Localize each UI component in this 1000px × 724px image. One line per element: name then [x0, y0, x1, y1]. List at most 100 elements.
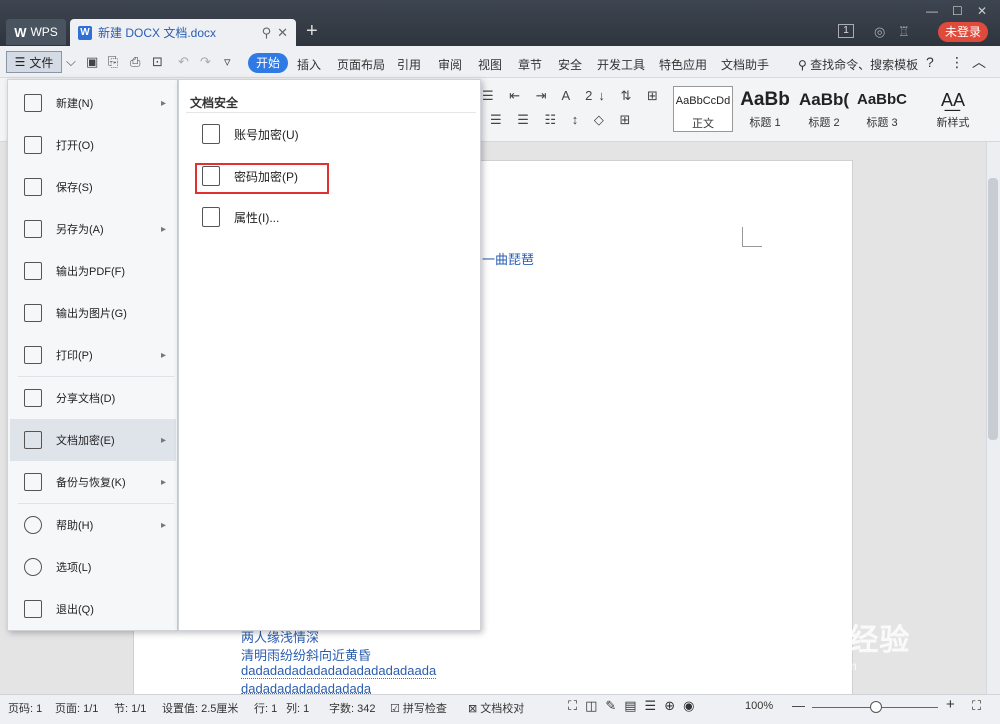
proofread-icon: ⊠: [468, 703, 481, 715]
save-icon: [24, 178, 42, 196]
fullscreen-icon[interactable]: ⛶: [972, 698, 981, 714]
tab-start[interactable]: 开始: [248, 53, 288, 73]
menu-save-as[interactable]: 另存为(A) ▸: [10, 208, 176, 250]
skin-icon[interactable]: ◎: [874, 24, 885, 40]
style-sample: AaBb(: [798, 90, 850, 109]
properties-icon: [202, 207, 220, 227]
style-label: 标题 3: [866, 117, 898, 129]
menu-help[interactable]: 帮助(H) ▸: [10, 504, 176, 546]
paragraph-tools-row2[interactable]: ☰ ☰ ☷ ↕ ◇ ⊞: [490, 112, 636, 128]
menu-save[interactable]: 保存(S): [10, 166, 176, 208]
tab-developer[interactable]: 开发工具: [597, 56, 645, 73]
view-mode-icons[interactable]: ⛶◫✎▤☰⊕◉: [568, 698, 702, 714]
tab-page-layout[interactable]: 页面布局: [337, 56, 385, 73]
customize-icon[interactable]: ▿: [224, 54, 231, 70]
menu-label: 打印(P): [56, 350, 93, 362]
account-encrypt-item[interactable]: 账号加密(U): [202, 124, 299, 144]
zoom-slider-handle[interactable]: [870, 701, 882, 713]
status-pages[interactable]: 页面: 1/1: [55, 700, 98, 716]
undo-icon[interactable]: ↶: [178, 54, 189, 70]
print-quick-icon[interactable]: ⎙: [130, 54, 140, 70]
pdf-icon: [24, 262, 42, 280]
minimize-icon[interactable]: —: [926, 4, 938, 18]
more-icon[interactable]: ⋮: [950, 54, 964, 71]
help-button[interactable]: ?: [926, 54, 934, 70]
status-col[interactable]: 列: 1: [286, 700, 309, 716]
redo-icon[interactable]: ↷: [200, 54, 211, 70]
status-setting[interactable]: 设置值: 2.5厘米: [162, 700, 238, 716]
menu-exit[interactable]: 退出(Q): [10, 588, 176, 630]
chevron-down-icon[interactable]: ⌵: [66, 54, 76, 70]
status-section[interactable]: 节: 1/1: [114, 700, 146, 716]
submenu-label: 属性(I)...: [234, 210, 280, 225]
status-row[interactable]: 行: 1: [254, 700, 277, 716]
menu-new[interactable]: 新建(N) ▸: [10, 82, 176, 124]
close-tab-icon[interactable]: ✕: [277, 25, 288, 41]
file-menu-label: 文件: [29, 55, 54, 70]
menu-label: 备份与恢复(K): [56, 477, 126, 489]
tab-doc-assistant[interactable]: 文档助手: [721, 56, 769, 73]
status-word-count[interactable]: 字数: 342: [329, 700, 375, 716]
backup-icon: [24, 473, 42, 491]
new-style-icon: A͟A: [940, 90, 965, 110]
proofread-button[interactable]: ⊠ 文档校对: [468, 700, 524, 716]
collapse-ribbon-icon[interactable]: ︿: [972, 52, 986, 72]
export-quick-icon[interactable]: ⎘: [108, 54, 118, 70]
menu-label: 输出为图片(G): [56, 308, 127, 320]
document-tab[interactable]: W 新建 DOCX 文档.docx ⚲ ✕: [70, 19, 296, 46]
document-line[interactable]: dadadadadadadadadadadadaada: [241, 663, 437, 679]
tab-insert[interactable]: 插入: [297, 56, 321, 73]
style-normal[interactable]: AaBbCcDd 正文: [673, 86, 733, 132]
help-icon: [24, 516, 42, 534]
menu-label: 保存(S): [56, 182, 93, 194]
paragraph-tools-row1[interactable]: ☰ ⇤ ⇥ A 2↓ ⇅ ⊞: [482, 88, 664, 104]
close-window-icon[interactable]: ✕: [977, 4, 987, 18]
command-search[interactable]: ⚲ 查找命令、搜索模板: [798, 56, 918, 73]
tab-chapter[interactable]: 章节: [518, 56, 542, 73]
document-line[interactable]: dadadadadadadadada: [241, 681, 372, 694]
preview-icon[interactable]: ⊡: [152, 54, 163, 70]
menu-encrypt[interactable]: 文档加密(E) ▸: [10, 419, 176, 461]
maximize-icon[interactable]: ☐: [952, 4, 963, 18]
share-icon: [24, 389, 42, 407]
zoom-level[interactable]: 100%: [745, 700, 773, 712]
menu-print[interactable]: 打印(P) ▸: [10, 334, 176, 376]
page-badge[interactable]: 1: [838, 24, 854, 38]
menu-backup[interactable]: 备份与恢复(K) ▸: [10, 461, 176, 503]
new-tab-button[interactable]: +: [306, 20, 318, 43]
spell-check-button[interactable]: ☑ 拼写检查: [390, 700, 447, 716]
status-page-no[interactable]: 页码: 1: [8, 700, 42, 716]
tab-special[interactable]: 特色应用: [659, 56, 707, 73]
zoom-in-icon[interactable]: +: [946, 696, 955, 713]
shirt-icon[interactable]: ♖: [898, 24, 910, 40]
new-doc-icon: [24, 94, 42, 112]
login-button[interactable]: 未登录: [938, 22, 988, 42]
style-heading-3[interactable]: AaBbC 标题 3: [853, 86, 911, 132]
menu-options[interactable]: 选项(L): [10, 546, 176, 588]
menu-share[interactable]: 分享文档(D): [10, 377, 176, 419]
document-text-fragment[interactable]: 一曲琵琶: [482, 249, 534, 268]
style-heading-1[interactable]: AaBb 标题 1: [736, 86, 794, 132]
new-style-button[interactable]: A͟A 新样式: [928, 86, 978, 132]
menu-export-pdf[interactable]: 输出为PDF(F): [10, 250, 176, 292]
pin-icon[interactable]: ⚲: [262, 25, 272, 41]
menu-label: 输出为PDF(F): [56, 266, 126, 278]
save-as-icon: [24, 220, 42, 238]
style-heading-2[interactable]: AaBb( 标题 2: [795, 86, 853, 132]
save-quick-icon[interactable]: ▣: [86, 54, 98, 70]
tab-view[interactable]: 视图: [478, 56, 502, 73]
zoom-out-icon[interactable]: —: [792, 698, 805, 713]
wps-home-tab[interactable]: W WPS: [6, 19, 66, 45]
document-line[interactable]: 清明雨纷纷斜向近黄昏: [241, 645, 371, 664]
tab-references[interactable]: 引用: [397, 56, 421, 73]
style-sample: AaBb: [740, 89, 790, 110]
tab-security[interactable]: 安全: [558, 56, 582, 73]
menu-label: 选项(L): [56, 562, 92, 574]
tab-review[interactable]: 审阅: [438, 56, 462, 73]
menu-open[interactable]: 打开(O): [10, 124, 176, 166]
properties-item[interactable]: 属性(I)...: [202, 207, 279, 227]
watermark-url: jingyan.baidu.com: [760, 659, 857, 673]
file-menu-button[interactable]: ☰ 文件: [6, 51, 62, 73]
menu-export-image[interactable]: 输出为图片(G): [10, 292, 176, 334]
scrollbar-thumb[interactable]: [988, 178, 998, 440]
